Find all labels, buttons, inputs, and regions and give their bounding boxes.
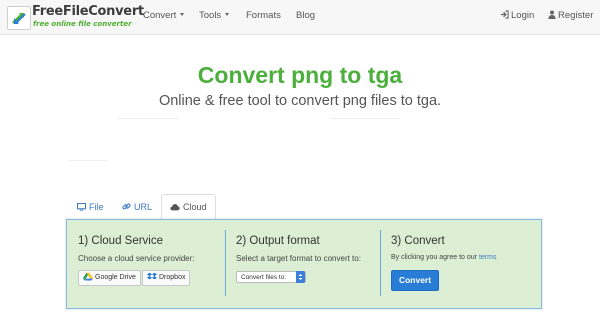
nav-blog-link[interactable]: Blog [296,10,315,21]
chevron-down-icon [225,13,230,16]
convert-arrows-icon [7,6,31,30]
terms-notice: By clicking you agree to our terms [391,254,496,261]
google-drive-icon [83,272,93,281]
page-title: Convert png to tga [197,62,403,88]
register-link[interactable]: Register [548,10,593,21]
divider [118,118,178,119]
nav-convert-label: Convert [143,10,177,21]
link-icon [122,203,131,210]
logo-title: FreeFileConvert [32,4,144,19]
convert-heading: 3) Convert [391,235,445,247]
login-link[interactable]: Login [500,10,534,21]
select-arrows-icon [296,271,305,283]
register-label: Register [558,10,594,21]
nav-formats-link[interactable]: Formats [246,10,281,21]
cloud-icon [170,204,180,211]
output-format-section: 2) Output format Select a target format … [225,220,380,308]
tab-file[interactable]: File [76,195,104,219]
conversion-panel: 1) Cloud Service Choose a cloud service … [66,219,542,309]
tab-url-label: URL [134,202,153,212]
tab-file-label: File [89,202,104,212]
monitor-icon [76,202,87,211]
divider [330,118,400,119]
cloud-service-section: 1) Cloud Service Choose a cloud service … [67,220,225,308]
google-drive-button[interactable]: Google Drive [78,270,141,286]
target-format-value: Convert files to: [241,274,287,281]
google-drive-label: Google Drive [95,274,136,281]
nav-tools-label: Tools [199,10,222,21]
tab-cloud[interactable]: Cloud [161,194,216,220]
tab-cloud-label: Cloud [183,202,207,212]
divider [68,160,108,161]
convert-button[interactable]: Convert [391,270,439,291]
nav-convert-menu[interactable]: Convert [143,10,185,21]
login-icon [500,10,509,19]
output-format-heading: 2) Output format [236,235,320,247]
login-label: Login [511,10,535,21]
chevron-down-icon [180,13,185,16]
target-format-select[interactable]: Convert files to: [236,271,306,283]
logo-tagline: free online file converter [33,20,132,28]
terms-link[interactable]: terms [479,254,497,261]
cloud-service-instructions: Choose a cloud service provider: [78,254,195,263]
cloud-service-heading: 1) Cloud Service [78,235,164,247]
dropbox-icon [147,272,157,280]
output-format-instructions: Select a target format to convert to: [236,254,361,263]
convert-section: 3) Convert By clicking you agree to our … [380,220,540,308]
site-logo[interactable]: FreeFileConvert free online file convert… [7,3,144,31]
user-icon [548,10,556,19]
dropbox-label: Dropbox [159,274,186,281]
page-subtitle: Online & free tool to convert png files … [158,93,442,109]
tab-url[interactable]: URL [122,195,152,219]
nav-tools-menu[interactable]: Tools [199,10,230,21]
dropbox-button[interactable]: Dropbox [142,270,191,286]
top-navbar: FreeFileConvert free online file convert… [0,0,600,35]
terms-notice-text: By clicking you agree to our [391,254,479,261]
